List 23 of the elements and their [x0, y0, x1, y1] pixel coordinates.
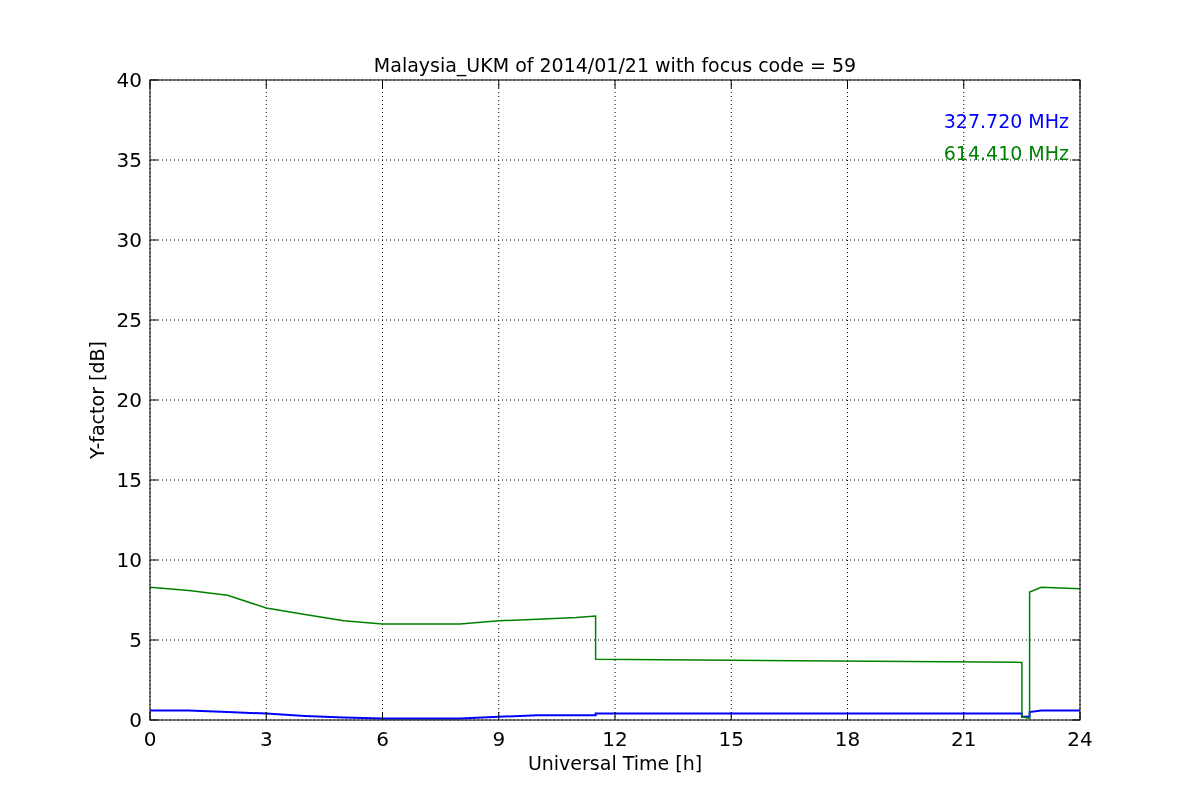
- y-tick-label: 15: [116, 468, 142, 492]
- legend-label: 327.720 MHz: [943, 110, 1069, 132]
- x-tick-label: 18: [834, 727, 861, 751]
- chart-title: Malaysia_UKM of 2014/01/21 with focus code = 59: [373, 54, 857, 76]
- x-tick-label: 0: [143, 727, 157, 751]
- y-axis-label: Y-factor [dB]: [86, 341, 108, 459]
- y-tick-label: 30: [116, 228, 142, 252]
- y-tick-label: 25: [116, 308, 142, 332]
- y-tick-label: 10: [116, 548, 142, 572]
- y-tick-label: 5: [129, 628, 142, 652]
- x-tick-label: 24: [1067, 727, 1093, 751]
- y-tick-label: 40: [116, 68, 142, 92]
- y-tick-label: 35: [116, 148, 142, 172]
- x-tick-label: 15: [718, 727, 744, 751]
- x-tick-label: 9: [492, 727, 506, 751]
- x-tick-label: 12: [602, 727, 628, 751]
- x-tick-label: 3: [259, 727, 273, 751]
- x-tick-label: 21: [951, 727, 977, 751]
- legend-label: 614.410 MHz: [943, 142, 1069, 164]
- y-tick-label: 20: [116, 388, 142, 412]
- y-tick-label: 0: [129, 708, 142, 732]
- x-axis-label: Universal Time [h]: [527, 752, 703, 774]
- x-tick-label: 6: [376, 727, 389, 751]
